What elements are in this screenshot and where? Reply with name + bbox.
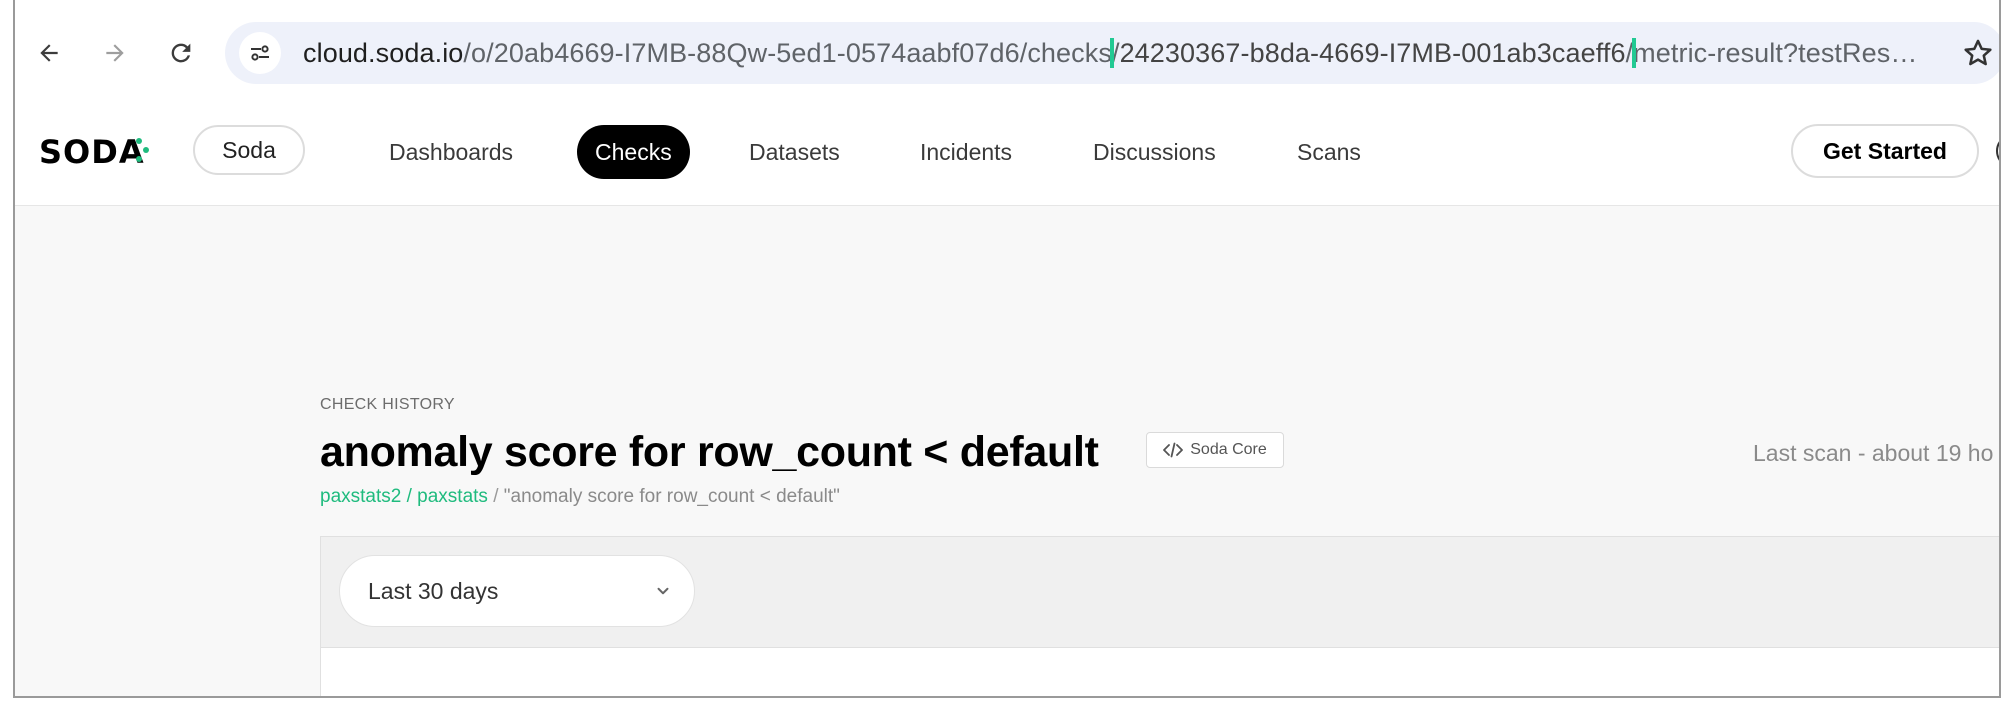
site-settings-icon [251, 45, 269, 61]
history-panel: Last 30 days [320, 536, 1999, 696]
last-scan-text: Last scan - about 19 ho [1753, 440, 1994, 466]
browser-toolbar: cloud.soda.io/o/20ab4669-I7MB-88Qw-5ed1-… [15, 0, 1999, 98]
nav-datasets[interactable]: Datasets [749, 125, 840, 179]
section-eyebrow: CHECK HISTORY [320, 396, 455, 413]
breadcrumb-dataset-link[interactable]: paxstats2 / paxstats [320, 486, 488, 507]
nav-checks[interactable]: Checks [577, 125, 690, 179]
nav-dashboards[interactable]: Dashboards [389, 125, 513, 179]
reload-icon [171, 43, 191, 63]
address-bar[interactable]: cloud.soda.io/o/20ab4669-I7MB-88Qw-5ed1-… [225, 22, 1999, 84]
chevron-down-icon [657, 587, 669, 595]
url-host: cloud.soda.io [303, 38, 464, 68]
nav-incidents[interactable]: Incidents [920, 125, 1012, 179]
breadcrumb-separator: / [487, 486, 504, 507]
page-title: anomaly score for row_count < default [320, 428, 1099, 476]
breadcrumb: paxstats2 / paxstats / "anomaly score fo… [320, 486, 840, 508]
nav-scans[interactable]: Scans [1297, 125, 1361, 179]
history-chart-area [321, 647, 1999, 696]
get-started-button[interactable]: Get Started [1791, 124, 1979, 178]
source-badge: Soda Core [1146, 432, 1284, 468]
logo-dots-icon [136, 138, 149, 162]
soda-logo[interactable]: SODA [39, 133, 145, 171]
url-check-id-highlight: 24230367-b8da-4669-I7MB-001ab3caeff6 [1109, 38, 1636, 68]
forward-button[interactable] [95, 33, 135, 73]
code-icon [1163, 442, 1184, 458]
bookmark-button[interactable] [1961, 36, 1995, 70]
site-info-button[interactable] [239, 32, 281, 74]
back-button[interactable] [29, 33, 69, 73]
app-header: SODA Soda Dashboards Checks Datasets Inc… [15, 97, 1999, 206]
breadcrumb-current: "anomaly score for row_count < default" [503, 486, 840, 507]
star-icon [1964, 39, 1992, 66]
url-path: /o/20ab4669-I7MB-88Qw-5ed1-0574aabf07d6/… [463, 38, 1120, 68]
browser-window: cloud.soda.io/o/20ab4669-I7MB-88Qw-5ed1-… [13, 0, 2001, 698]
url-text: cloud.soda.io/o/20ab4669-I7MB-88Qw-5ed1-… [303, 38, 1918, 68]
forward-arrow-icon [106, 44, 124, 62]
org-switcher[interactable]: Soda [193, 125, 305, 175]
reload-button[interactable] [161, 33, 201, 73]
back-arrow-icon [40, 44, 58, 62]
main-content: CHECK HISTORY anomaly score for row_coun… [15, 206, 1999, 696]
url-query: /metric-result?testRes… [1625, 38, 1918, 68]
nav-discussions[interactable]: Discussions [1093, 125, 1216, 179]
time-range-select[interactable]: Last 30 days [339, 555, 695, 627]
avatar[interactable] [1996, 134, 1999, 168]
time-range-value: Last 30 days [368, 577, 499, 604]
source-badge-label: Soda Core [1190, 441, 1267, 458]
